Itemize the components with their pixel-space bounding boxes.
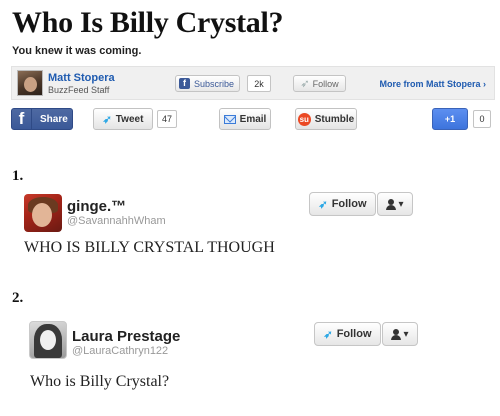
follow-label: Follow (336, 328, 372, 340)
stumbleupon-icon: su (297, 112, 311, 126)
tweet-text: Who is Billy Crystal? (30, 373, 170, 390)
email-label: Email (239, 113, 267, 125)
tweet-label: Tweet (115, 113, 144, 125)
user-icon (391, 328, 402, 340)
twitter-bird-icon: ➶ (102, 113, 112, 126)
stumble-button[interactable]: su Stumble (295, 108, 357, 130)
follow-label: Follow (331, 198, 367, 210)
tweet-author-name[interactable]: ginge.™ (67, 198, 126, 215)
user-actions-dropdown[interactable]: ▾ (377, 192, 413, 216)
article-subtitle: You knew it was coming. (12, 45, 142, 57)
author-bar: Matt Stopera BuzzFeed Staff f Subscribe … (11, 66, 495, 100)
twitter-bird-icon: ➶ (323, 328, 333, 341)
tweet-author-handle[interactable]: @LauraCathryn122 (72, 345, 168, 357)
more-from-author-link[interactable]: More from Matt Stopera › (379, 79, 486, 89)
follow-label: Follow (312, 78, 339, 89)
email-icon (223, 114, 236, 124)
author-name-link[interactable]: Matt Stopera (48, 72, 115, 84)
tweet-author-name[interactable]: Laura Prestage (72, 328, 180, 345)
caret-down-icon: ▾ (403, 328, 409, 340)
caret-down-icon: ▾ (398, 198, 404, 210)
tweet-follow-button[interactable]: ➶ Follow (314, 322, 381, 346)
facebook-subscribe-button[interactable]: f Subscribe (175, 75, 241, 92)
tweet-button[interactable]: ➶ Tweet (93, 108, 153, 130)
twitter-bird-icon: ➶ (318, 198, 328, 211)
subscribe-label: Subscribe (194, 78, 235, 89)
share-toolbar: f Share ➶ Tweet 47 Email su Stumble +1 0 (11, 108, 495, 132)
author-role: BuzzFeed Staff (48, 85, 110, 95)
author-avatar[interactable] (17, 70, 43, 96)
facebook-share-button[interactable]: f Share (11, 108, 73, 130)
item-number: 1. (12, 168, 24, 184)
tweet-count: 47 (157, 110, 177, 128)
tweet-avatar[interactable] (29, 321, 67, 359)
article-title: Who Is Billy Crystal? (12, 6, 284, 39)
gplus-count: 0 (473, 110, 491, 128)
gplus-label: +1 (444, 114, 456, 124)
tweet-avatar[interactable] (24, 194, 62, 232)
twitter-bird-icon: ➶ (300, 78, 310, 90)
share-label: Share (40, 113, 68, 125)
subscribe-count: 2k (247, 75, 271, 92)
tweet-author-handle[interactable]: @SavannahhWham (67, 215, 166, 227)
user-actions-dropdown[interactable]: ▾ (382, 322, 418, 346)
tweet-text: WHO IS BILLY CRYSTAL THOUGH (24, 239, 275, 256)
user-icon (386, 198, 397, 210)
facebook-icon: f (179, 78, 190, 89)
email-button[interactable]: Email (219, 108, 271, 130)
stumble-label: Stumble (314, 113, 355, 125)
facebook-icon: f (12, 108, 32, 130)
twitter-follow-button[interactable]: ➶ Follow (293, 75, 346, 92)
google-plus-button[interactable]: +1 (432, 108, 468, 130)
tweet-follow-button[interactable]: ➶ Follow (309, 192, 376, 216)
item-number: 2. (12, 290, 24, 306)
